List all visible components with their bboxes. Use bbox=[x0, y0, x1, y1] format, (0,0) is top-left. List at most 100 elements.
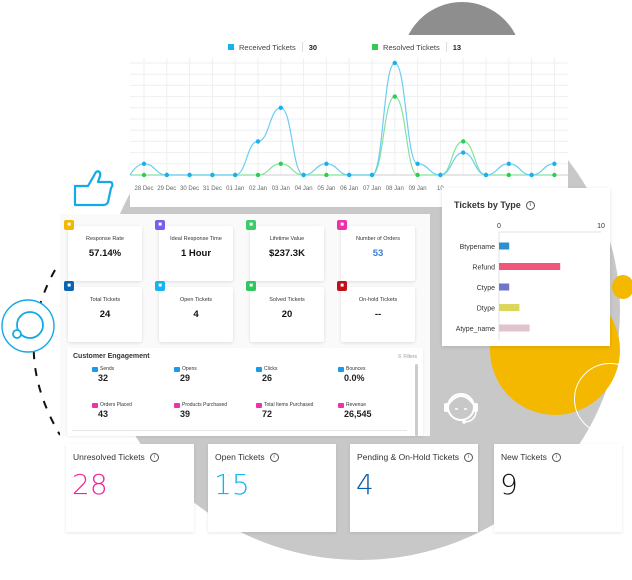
metric-value: 39 bbox=[180, 409, 191, 419]
metric-value: 72 bbox=[262, 409, 273, 419]
x-tick-label: 08 Jan bbox=[385, 186, 404, 192]
kpi-card-open-tickets[interactable]: ■ Open Tickets 4 bbox=[155, 281, 233, 342]
data-point-resolved[interactable] bbox=[324, 172, 329, 178]
engagement-metric-clicks: Clicks 26 bbox=[256, 366, 336, 383]
data-point-resolved[interactable] bbox=[392, 94, 397, 99]
category-label: Refund bbox=[472, 265, 495, 272]
category-label: Atype_name bbox=[456, 326, 495, 333]
data-point-resolved[interactable] bbox=[552, 172, 557, 178]
metric-label: Orders Placed bbox=[100, 402, 132, 408]
bar-btypename[interactable] bbox=[499, 242, 510, 250]
metric-value: 32 bbox=[98, 373, 109, 383]
data-point-received[interactable] bbox=[324, 161, 329, 166]
metric-label: Bounces bbox=[346, 366, 366, 372]
kpi-value: 24 bbox=[99, 309, 111, 320]
support-agent-icon bbox=[444, 393, 478, 424]
data-point-received[interactable] bbox=[461, 150, 466, 155]
series-line-resolved bbox=[130, 95, 555, 176]
divider bbox=[72, 430, 407, 431]
data-point-received[interactable] bbox=[552, 161, 557, 166]
data-point-received[interactable] bbox=[301, 172, 306, 178]
cart-icon: ■ bbox=[337, 220, 347, 230]
info-icon[interactable]: i bbox=[464, 452, 474, 462]
kpi-label: On-hold Tickets bbox=[358, 297, 398, 303]
metric-value: 0.0% bbox=[344, 373, 365, 383]
category-label: Dtype bbox=[477, 306, 495, 313]
info-icon[interactable]: i bbox=[269, 452, 279, 462]
data-point-received[interactable] bbox=[438, 172, 443, 178]
metric-label: Opens bbox=[182, 366, 197, 372]
data-point-received[interactable] bbox=[506, 161, 511, 166]
kpi-value: $237.3K bbox=[269, 248, 305, 259]
kpi-value: 1 Hour bbox=[180, 248, 212, 259]
bar-dtype[interactable] bbox=[499, 304, 520, 311]
bar-ctype[interactable] bbox=[499, 283, 510, 291]
info-icon[interactable]: i bbox=[551, 452, 561, 462]
x-tick-label: 29 Dec bbox=[157, 186, 177, 192]
category-label: Btypename bbox=[460, 244, 496, 251]
data-point-resolved[interactable] bbox=[415, 172, 420, 178]
data-point-received[interactable] bbox=[483, 172, 489, 178]
data-point-received[interactable] bbox=[255, 139, 261, 144]
kpi-card-response-rate[interactable]: ■ Response Rate 57.14% bbox=[64, 220, 142, 281]
pointer-icon bbox=[256, 366, 262, 372]
kpi-card-on-hold-tickets[interactable]: ■ On-hold Tickets -- bbox=[337, 281, 415, 342]
tickets-by-type-chart: 0 10 Btypename Refund Ctype Dtype Atype_name bbox=[456, 223, 605, 340]
data-point-received[interactable] bbox=[210, 172, 215, 178]
data-point-received[interactable] bbox=[415, 161, 420, 166]
kpi-card-total-tickets[interactable]: ■ Total Tickets 24 bbox=[64, 281, 142, 342]
cart-icon bbox=[174, 402, 180, 408]
kpi-card-ideal-response-time[interactable]: ■ Ideal Response Time 1 Hour bbox=[155, 220, 233, 281]
summary-card-new-tickets[interactable]: New Tickets i 9 bbox=[494, 444, 622, 532]
bar-atype_name[interactable] bbox=[499, 324, 530, 332]
cart-icon bbox=[92, 402, 98, 408]
summary-card-unresolved-tickets[interactable]: Unresolved Tickets i 28 bbox=[66, 444, 194, 532]
check-doc-icon: ■ bbox=[246, 281, 256, 291]
data-point-received[interactable] bbox=[233, 172, 238, 178]
shield-icon: ■ bbox=[155, 220, 165, 230]
money-icon bbox=[338, 402, 344, 408]
category-label: Ctype bbox=[477, 285, 495, 292]
summary-value: 28 bbox=[72, 468, 108, 501]
data-point-resolved[interactable] bbox=[506, 172, 511, 178]
kpi-label: Solved Tickets bbox=[269, 297, 305, 303]
summary-value: 9 bbox=[500, 468, 518, 501]
engagement-title: Customer Engagement bbox=[73, 353, 150, 360]
bar-refund[interactable] bbox=[499, 263, 561, 270]
engagement-metric-products-purchased: Products Purchased 39 bbox=[174, 402, 254, 419]
metric-label: Sends bbox=[100, 366, 115, 372]
info-icon[interactable]: i bbox=[149, 452, 159, 462]
x-tick-label: 01 Jan bbox=[226, 186, 245, 192]
x-tick-label: 04 Jan bbox=[294, 186, 313, 192]
cart-icon bbox=[256, 402, 262, 408]
kpi-label: Ideal Response Time bbox=[170, 236, 222, 242]
data-point-received[interactable] bbox=[529, 172, 534, 178]
dollar-icon: ■ bbox=[246, 220, 256, 230]
data-point-resolved[interactable] bbox=[461, 139, 466, 144]
data-point-received[interactable] bbox=[392, 60, 397, 66]
data-point-resolved[interactable] bbox=[278, 161, 283, 166]
data-point-resolved[interactable] bbox=[141, 172, 147, 178]
x-tick-label: 30 Dec bbox=[180, 186, 200, 192]
kpi-label: Total Tickets bbox=[89, 297, 121, 303]
summary-card-open-tickets[interactable]: Open Tickets i 15 bbox=[208, 444, 336, 532]
x-tick-label: 10 bbox=[597, 223, 605, 230]
x-tick-label: 05 Jan bbox=[317, 186, 336, 192]
data-point-received[interactable] bbox=[141, 161, 147, 166]
data-point-received[interactable] bbox=[278, 105, 283, 111]
data-point-received[interactable] bbox=[164, 172, 169, 178]
data-point-received[interactable] bbox=[347, 172, 352, 178]
kpi-card-number-of-orders[interactable]: ■ Number of Orders 53 bbox=[337, 220, 415, 281]
kpi-card-lifetime-value[interactable]: ■ Lifetime Value $237.3K bbox=[246, 220, 324, 281]
data-point-resolved[interactable] bbox=[255, 172, 261, 178]
summary-card-pending-on-hold-tickets[interactable]: Pending & On-Hold Tickets i 4 bbox=[350, 444, 478, 532]
filters-button[interactable]: ≡ Filters bbox=[398, 354, 417, 360]
kpi-card-solved-tickets[interactable]: ■ Solved Tickets 20 bbox=[246, 281, 324, 342]
envelope-open-icon: ■ bbox=[64, 220, 74, 230]
metric-value: 26,545 bbox=[344, 409, 372, 419]
engagement-metric-orders-placed: Orders Placed 43 bbox=[92, 402, 172, 419]
data-point-received[interactable] bbox=[369, 172, 375, 178]
metric-value: 29 bbox=[180, 373, 191, 383]
data-point-received[interactable] bbox=[187, 172, 192, 178]
kpi-label: Number of Orders bbox=[355, 236, 400, 242]
